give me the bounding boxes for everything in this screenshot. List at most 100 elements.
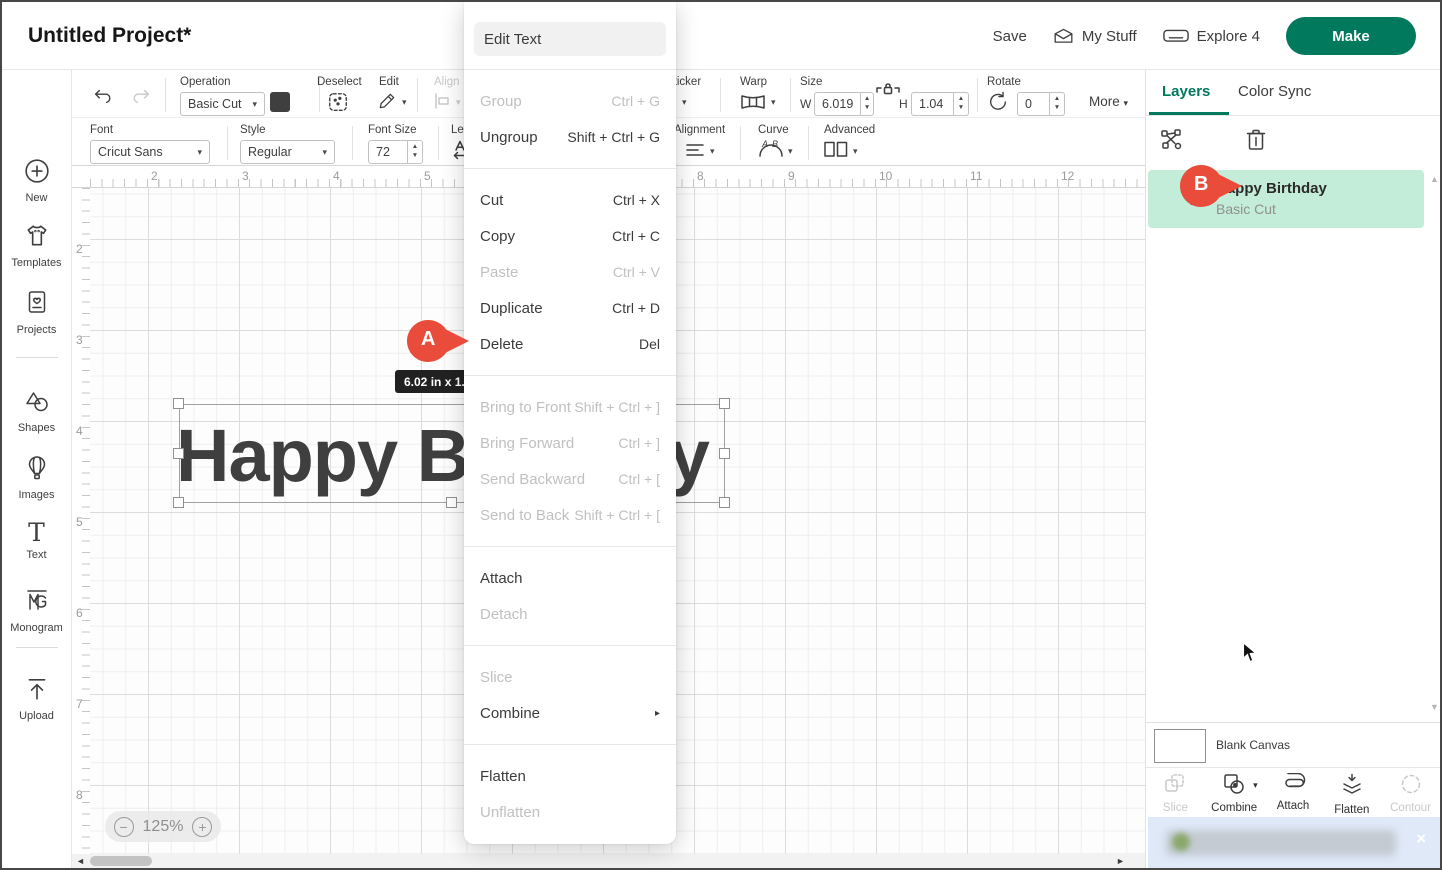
ruler-number: 8 — [76, 788, 83, 802]
selection-handle-right[interactable] — [719, 448, 730, 459]
stepper-down-icon[interactable]: ▼ — [412, 152, 418, 161]
my-stuff-button[interactable]: My Stuff — [1053, 28, 1137, 45]
scroll-right-icon[interactable]: ► — [1116, 856, 1125, 866]
alignment-caret-icon[interactable]: ▾ — [710, 146, 715, 157]
trash-icon[interactable] — [1244, 127, 1268, 153]
warp-icon[interactable] — [740, 93, 766, 111]
width-stepper[interactable]: ▲▼ — [860, 93, 873, 115]
material-color-swatch[interactable] — [270, 92, 290, 112]
ruler-number: 3 — [76, 333, 83, 347]
save-button[interactable]: Save — [993, 28, 1027, 45]
sidebar-label-shapes: Shapes — [2, 422, 71, 434]
pencil-icon[interactable] — [377, 91, 397, 111]
height-stepper[interactable]: ▲▼ — [953, 93, 968, 115]
font-size-stepper[interactable]: ▲▼ — [407, 141, 422, 163]
menu-item-group: GroupCtrl + G — [464, 83, 676, 119]
flatten-button[interactable]: Flatten — [1322, 768, 1381, 817]
curve-caret-icon[interactable]: ▾ — [788, 146, 793, 157]
undo-icon[interactable] — [92, 88, 114, 104]
notification-avatar — [1172, 833, 1190, 851]
ruler-number: 12 — [1061, 169, 1074, 183]
operation-select[interactable]: Basic Cut ▾ — [180, 92, 265, 116]
tab-color-sync[interactable]: Color Sync — [1238, 83, 1311, 100]
advanced-icon[interactable] — [824, 141, 848, 158]
font-select[interactable]: Cricut Sans ▾ — [90, 140, 210, 164]
stepper-up-icon[interactable]: ▲ — [412, 143, 418, 152]
scrollbar-thumb[interactable] — [90, 856, 152, 866]
edit-caret-icon[interactable]: ▾ — [402, 97, 407, 108]
font-size-value: 72 — [369, 141, 407, 163]
selection-handle-top-left[interactable] — [173, 398, 184, 409]
sidebar-item-new[interactable]: New — [2, 158, 71, 204]
ruler-number: 5 — [424, 169, 431, 183]
menu-divider — [464, 744, 676, 745]
zoom-in-button[interactable]: + — [192, 817, 212, 837]
selection-handle-top-right[interactable] — [719, 398, 730, 409]
sidebar-item-images[interactable]: Images — [2, 455, 71, 501]
zoom-out-button[interactable]: − — [114, 817, 134, 837]
menu-item-duplicate[interactable]: DuplicateCtrl + D — [464, 290, 676, 326]
menu-item-copy[interactable]: CopyCtrl + C — [464, 218, 676, 254]
width-input[interactable]: 6.019 ▲▼ — [814, 92, 874, 116]
stepper-down-icon[interactable]: ▼ — [1054, 104, 1060, 113]
selection-handle-left[interactable] — [173, 448, 184, 459]
alignment-icon[interactable] — [686, 143, 704, 157]
menu-item-flatten[interactable]: Flatten — [464, 758, 676, 794]
stepper-up-icon[interactable]: ▲ — [958, 95, 964, 104]
sticker-caret-icon[interactable]: ▾ — [682, 97, 687, 108]
lock-aspect-icon[interactable] — [876, 82, 900, 96]
menu-item-combine[interactable]: Combine▸ — [464, 695, 676, 731]
selection-handle-bottom-right[interactable] — [719, 497, 730, 508]
attach-button[interactable]: Attach — [1264, 768, 1323, 817]
sidebar-item-templates[interactable]: Templates — [2, 223, 71, 269]
group-select-icon[interactable] — [1160, 128, 1184, 152]
menu-item-attach[interactable]: Attach — [464, 560, 676, 596]
envelope-icon — [1053, 28, 1074, 44]
selection-handle-bottom-left[interactable] — [173, 497, 184, 508]
close-icon[interactable]: × — [1416, 829, 1426, 849]
deselect-icon[interactable] — [327, 91, 349, 113]
advanced-caret-icon[interactable]: ▾ — [853, 146, 858, 157]
sidebar-item-monogram[interactable]: Monogram — [2, 588, 71, 634]
list-scroll-down-icon[interactable]: ▼ — [1430, 702, 1439, 712]
rotate-stepper[interactable]: ▲▼ — [1049, 93, 1064, 115]
combine-button[interactable]: ▾ Combine — [1205, 768, 1264, 817]
stepper-down-icon[interactable]: ▼ — [864, 104, 870, 113]
rotate-icon[interactable] — [987, 91, 1009, 113]
stepper-up-icon[interactable]: ▲ — [1054, 95, 1060, 104]
toolbar-divider — [977, 78, 978, 112]
curve-icon[interactable]: AB — [758, 138, 784, 160]
sidebar-item-projects[interactable]: Projects — [2, 290, 71, 336]
menu-item-edit-text[interactable]: Edit Text — [474, 22, 666, 56]
scroll-left-icon[interactable]: ◄ — [76, 856, 85, 866]
font-size-input[interactable]: 72 ▲▼ — [368, 140, 423, 164]
tab-layers[interactable]: Layers — [1162, 83, 1210, 100]
machine-selector[interactable]: Explore 4 — [1163, 28, 1260, 45]
my-stuff-label: My Stuff — [1082, 28, 1137, 45]
menu-item-ungroup[interactable]: UngroupShift + Ctrl + G — [464, 119, 676, 155]
sidebar-item-shapes[interactable]: Shapes — [2, 390, 71, 434]
horizontal-scrollbar[interactable]: ◄ ► — [72, 854, 1145, 868]
svg-text:A: A — [761, 139, 768, 149]
sidebar-label-new: New — [2, 192, 71, 204]
style-select[interactable]: Regular ▾ — [240, 140, 335, 164]
more-button[interactable]: More ▾ — [1089, 94, 1128, 109]
sidebar-item-upload[interactable]: Upload — [2, 676, 71, 722]
active-tab-underline — [1149, 112, 1229, 115]
toolbar-divider — [790, 78, 791, 112]
more-label: More — [1089, 94, 1120, 109]
sidebar-label-projects: Projects — [2, 324, 71, 336]
height-input[interactable]: 1.04 ▲▼ — [911, 92, 969, 116]
menu-item-delete[interactable]: DeleteDel — [464, 326, 676, 362]
menu-item-cut[interactable]: CutCtrl + X — [464, 182, 676, 218]
sidebar-item-text[interactable]: T Text — [2, 520, 71, 561]
blank-canvas-row[interactable]: Blank Canvas — [1146, 722, 1440, 767]
stepper-down-icon[interactable]: ▼ — [958, 104, 964, 113]
stepper-up-icon[interactable]: ▲ — [864, 95, 870, 104]
list-scroll-up-icon[interactable]: ▲ — [1430, 174, 1439, 184]
rotate-input[interactable]: 0 ▲▼ — [1017, 92, 1065, 116]
ruler-number: 7 — [76, 697, 83, 711]
make-button[interactable]: Make — [1286, 17, 1416, 55]
warp-caret-icon[interactable]: ▾ — [771, 97, 776, 108]
selection-handle-bottom-center[interactable] — [446, 497, 457, 508]
